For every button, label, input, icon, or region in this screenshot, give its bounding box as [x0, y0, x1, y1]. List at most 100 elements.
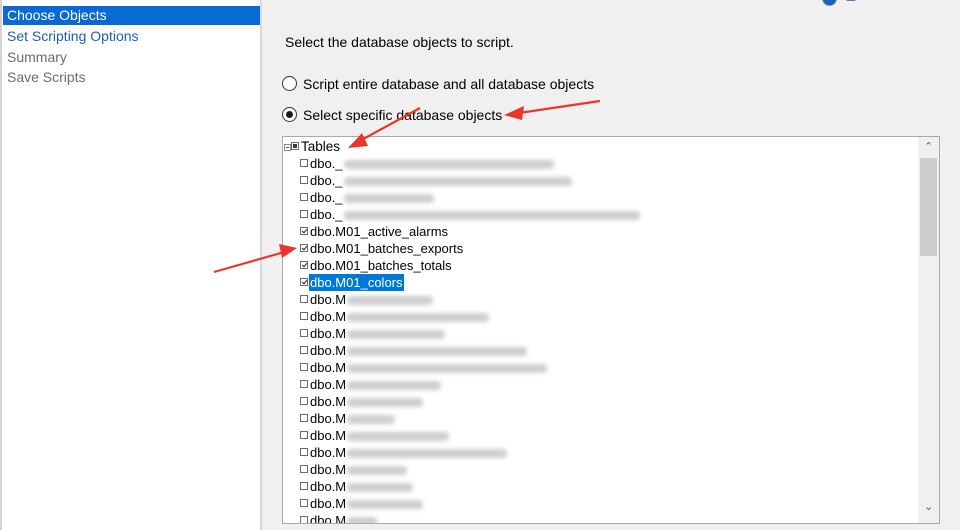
tree-item-text: dbo.M	[310, 326, 347, 341]
redacted-text	[347, 313, 490, 323]
tables-checkbox[interactable]	[291, 142, 299, 150]
tree-item-label[interactable]: dbo._	[309, 172, 573, 189]
redacted-text	[347, 381, 442, 391]
vertical-scrollbar[interactable]: ⌃ ⌄	[918, 137, 939, 523]
tree-item-checkbox[interactable]	[300, 516, 308, 523]
database-objects-tree[interactable]: Tables dbo._ dbo._ dbo._ dbo._ dbo.M01_activ…	[282, 136, 940, 524]
tree-item-text: dbo.M	[310, 496, 347, 511]
radio-label-select-specific-objects[interactable]: Select specific database objects	[303, 106, 502, 124]
tree-item-checkbox[interactable]	[300, 193, 308, 201]
tree-item-label[interactable]: dbo._	[309, 206, 641, 223]
tree-item-label[interactable]: dbo.M	[309, 444, 508, 461]
tree-item-checkbox[interactable]	[300, 448, 308, 456]
tree-item-label[interactable]: dbo.M	[309, 359, 548, 376]
tree-item-label[interactable]: dbo.M	[309, 325, 446, 342]
info-circle-icon[interactable]	[822, 0, 837, 6]
redacted-text	[347, 500, 424, 510]
tree-item-checkbox[interactable]	[300, 499, 308, 507]
tree-item-label[interactable]: dbo.M01_batches_totals	[309, 257, 453, 274]
help-link-label[interactable]	[846, 0, 856, 1]
redacted-text	[343, 211, 640, 221]
tree-item-checkbox[interactable]	[300, 227, 308, 235]
tree-item-label[interactable]: dbo.M	[309, 410, 396, 427]
tree-item-text: dbo.M01_colors	[310, 275, 403, 290]
radio-selected-dot	[286, 111, 293, 118]
tree-item-text: dbo.M	[310, 360, 347, 375]
tree-item-label[interactable]: dbo.M	[309, 291, 434, 308]
tree-item-text: dbo.M01_batches_exports	[310, 241, 464, 256]
tree-item-label[interactable]: dbo.M	[309, 427, 450, 444]
tree-item-checkbox[interactable]	[300, 176, 308, 184]
tree-item-label[interactable]: dbo.M	[309, 376, 442, 393]
tree-item-checkbox[interactable]	[300, 244, 308, 252]
scrollbar-thumb[interactable]	[920, 158, 937, 256]
tree-item-text: dbo.M	[310, 462, 347, 477]
redacted-text	[347, 415, 396, 425]
tree-item-text: dbo._	[310, 173, 343, 188]
nav-item-choose-objects[interactable]: Choose Objects	[3, 6, 260, 25]
tree-item-label[interactable]: dbo._	[309, 155, 555, 172]
tree-item-label[interactable]: dbo.M	[309, 478, 414, 495]
nav-item-set-scripting-options[interactable]: Set Scripting Options	[3, 27, 260, 46]
tree-item-checkbox[interactable]	[300, 295, 308, 303]
redacted-text	[347, 432, 450, 442]
tree-item-checkbox[interactable]	[300, 159, 308, 167]
tree-item-label[interactable]: dbo.M01_batches_exports	[309, 240, 464, 257]
nav-left-border	[0, 0, 2, 530]
redacted-text	[347, 296, 434, 306]
tree-item-text: dbo.M	[310, 411, 347, 426]
redacted-text	[347, 449, 508, 459]
redacted-text	[347, 330, 446, 340]
tree-item-label[interactable]: dbo.M	[309, 495, 424, 512]
tree-item-checkbox[interactable]	[300, 329, 308, 337]
nav-item-summary: Summary	[7, 49, 67, 65]
left-navigation-pane: Choose Objects Set Scripting Options Summa…	[0, 0, 262, 530]
tree-item-label[interactable]: dbo.M01_colors	[309, 274, 404, 291]
tree-item-label[interactable]: dbo.M	[309, 461, 408, 478]
tree-item-text: dbo.M	[310, 394, 347, 409]
tree-item-checkbox[interactable]	[300, 363, 308, 371]
tree-item-label[interactable]: dbo.M01_active_alarms	[309, 223, 449, 240]
help-link[interactable]	[822, 0, 882, 8]
chevron-up-icon[interactable]: ⌃	[924, 142, 933, 153]
tables-node-label[interactable]: Tables	[300, 138, 341, 155]
radio-label-script-entire-database[interactable]: Script entire database and all database …	[303, 75, 594, 93]
tree-item-text: dbo.M	[310, 513, 347, 524]
tree-item-checkbox[interactable]	[300, 346, 308, 354]
redacted-text	[347, 364, 548, 374]
tree-item-text: dbo.M	[310, 479, 347, 494]
tree-item-text: dbo.M	[310, 445, 347, 460]
tree-item-label[interactable]: dbo.M	[309, 393, 424, 410]
tree-item-label[interactable]: dbo._	[309, 189, 435, 206]
tree-item-checkbox[interactable]	[300, 465, 308, 473]
redacted-text	[347, 483, 414, 493]
chevron-down-icon[interactable]: ⌄	[924, 502, 933, 513]
tree-item-text: dbo.M	[310, 292, 347, 307]
tree-item-text: dbo.M	[310, 343, 347, 358]
radio-select-specific-objects[interactable]	[282, 107, 297, 122]
redacted-text	[347, 398, 424, 408]
tree-item-text: dbo._	[310, 207, 343, 222]
tree-item-checkbox[interactable]	[300, 431, 308, 439]
tree-item-text: dbo._	[310, 190, 343, 205]
tree-item-label[interactable]: dbo.M	[309, 342, 528, 359]
tree-item-checkbox[interactable]	[300, 482, 308, 490]
tree-item-text: dbo._	[310, 156, 343, 171]
collapse-minus-icon[interactable]	[284, 144, 291, 151]
tree-item-checkbox[interactable]	[300, 380, 308, 388]
redacted-text	[347, 466, 408, 476]
tree-item-text: dbo.M01_active_alarms	[310, 224, 449, 239]
tree-item-checkbox[interactable]	[300, 261, 308, 269]
tree-item-label[interactable]: dbo.M	[309, 512, 378, 524]
tree-item-label[interactable]: dbo.M	[309, 308, 490, 325]
tree-item-checkbox[interactable]	[300, 278, 308, 286]
radio-script-entire-database[interactable]	[282, 76, 297, 91]
tree-item-checkbox[interactable]	[300, 312, 308, 320]
tree-item-checkbox[interactable]	[300, 414, 308, 422]
redacted-text	[343, 194, 434, 204]
instruction-text: Select the database objects to script.	[285, 34, 514, 50]
tree-item-text: dbo.M	[310, 377, 347, 392]
tree-item-text: dbo.M	[310, 428, 347, 443]
tree-item-checkbox[interactable]	[300, 397, 308, 405]
tree-item-checkbox[interactable]	[300, 210, 308, 218]
